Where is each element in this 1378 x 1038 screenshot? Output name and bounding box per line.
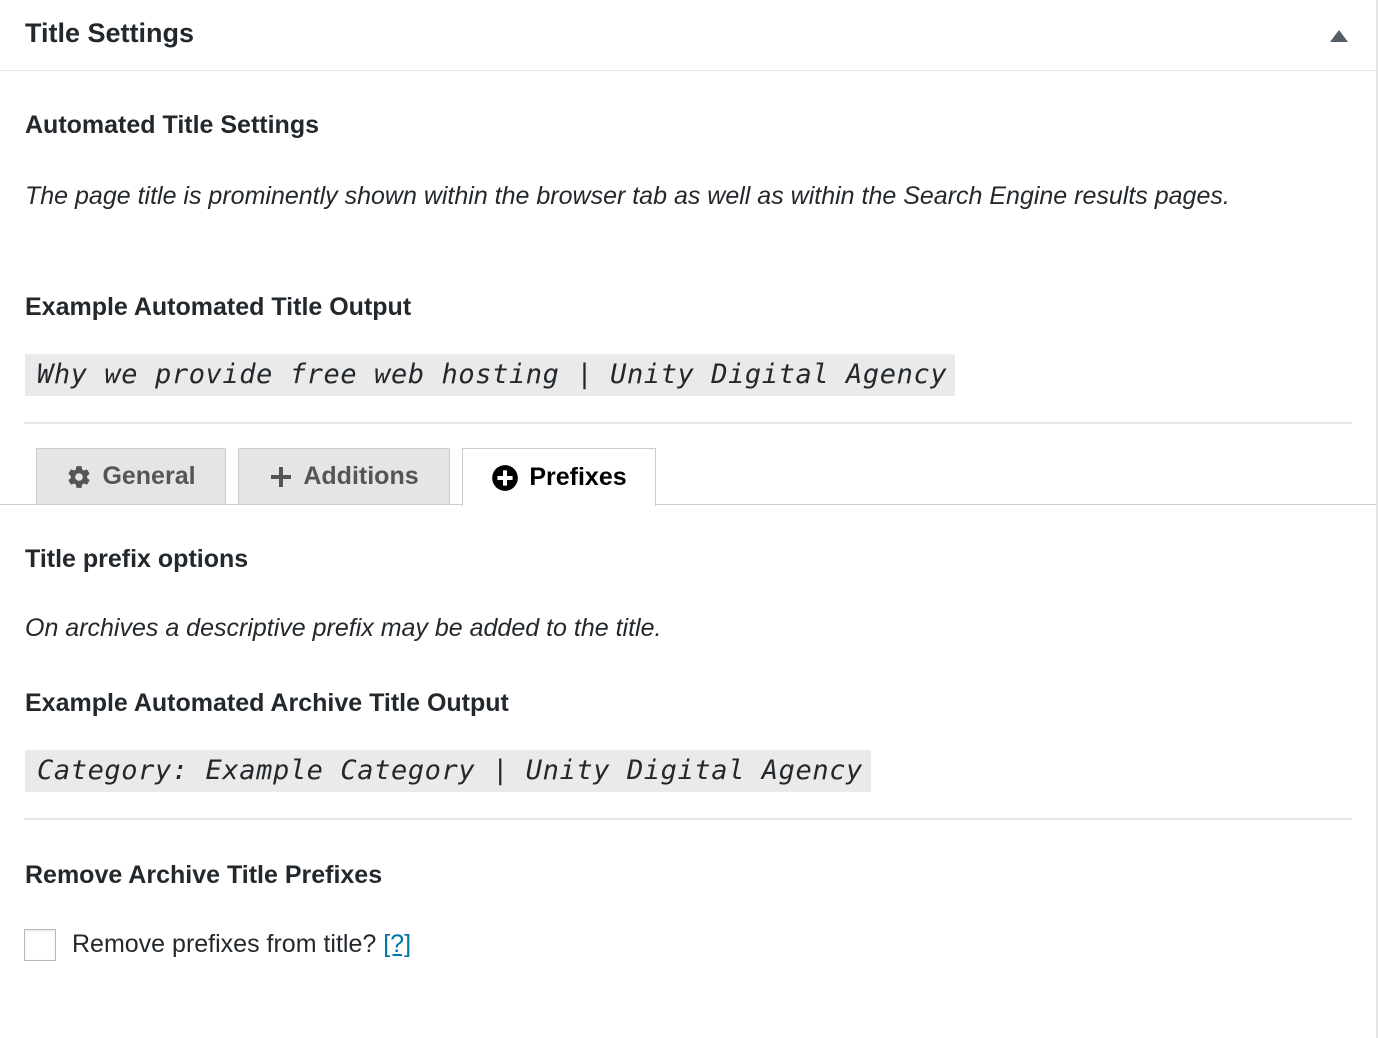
tab-general-label: General [102, 462, 196, 490]
tab-additions[interactable]: Additions [238, 448, 450, 504]
help-link[interactable]: [?] [383, 930, 411, 958]
example-title-heading: Example Automated Title Output [25, 293, 412, 321]
triangle-up-icon[interactable] [1330, 30, 1348, 42]
panel-header[interactable]: Title Settings [0, 0, 1376, 71]
prefix-options-description: On archives a descriptive prefix may be … [25, 614, 662, 642]
tab-additions-label: Additions [303, 462, 419, 490]
gear-icon [66, 464, 92, 490]
remove-prefixes-label-text[interactable]: Remove prefixes from title? [72, 930, 376, 958]
panel-title: Title Settings [25, 18, 195, 48]
automated-title-description: The page title is prominently shown with… [25, 182, 1230, 210]
automated-title-heading: Automated Title Settings [25, 111, 320, 139]
remove-prefixes-heading: Remove Archive Title Prefixes [25, 861, 383, 889]
divider [24, 818, 1352, 820]
prefix-options-heading: Title prefix options [25, 545, 249, 573]
tabs-baseline [0, 504, 1376, 505]
example-archive-title-output: Category: Example Category | Unity Digit… [25, 750, 871, 792]
plus-circle-icon [491, 464, 519, 492]
example-title-output: Why we provide free web hosting | Unity … [25, 354, 956, 396]
plus-icon [269, 465, 293, 489]
tab-prefixes-label: Prefixes [529, 463, 627, 491]
remove-prefixes-label[interactable]: Remove prefixes from title? [?] [72, 930, 411, 959]
divider [24, 422, 1352, 424]
title-settings-panel: Title Settings Automated Title Settings … [0, 0, 1378, 1038]
tab-general[interactable]: General [36, 448, 226, 504]
example-archive-title-heading: Example Automated Archive Title Output [25, 689, 509, 717]
remove-prefixes-checkbox[interactable] [24, 929, 56, 961]
tab-prefixes[interactable]: Prefixes [462, 448, 656, 506]
